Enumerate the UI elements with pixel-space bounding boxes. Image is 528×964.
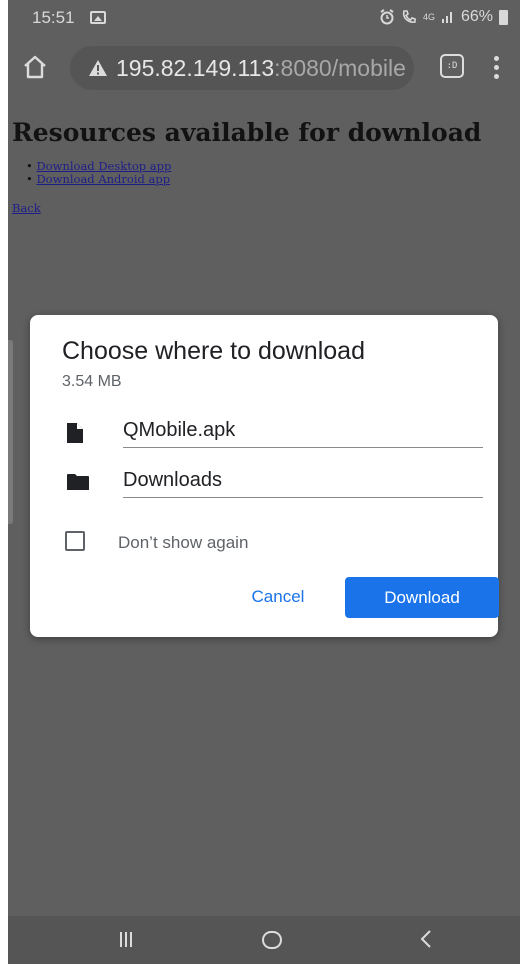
battery-percent: 66%	[460, 8, 493, 25]
edge-panel-handle[interactable]	[8, 340, 13, 524]
call-icon	[402, 10, 416, 23]
folder-icon	[67, 474, 89, 490]
location-field[interactable]: Downloads	[123, 469, 483, 498]
dont-show-again-checkbox[interactable]	[65, 531, 85, 551]
checkbox-label: Don’t show again	[118, 533, 249, 552]
download-desktop-link[interactable]: Download Desktop app	[36, 159, 171, 173]
alarm-icon	[380, 9, 394, 25]
url-text[interactable]: 195.82.149.113:8080/mobile	[116, 55, 406, 82]
system-nav-bar	[8, 916, 520, 964]
signal-icon	[441, 12, 452, 23]
cancel-button[interactable]: Cancel	[230, 577, 326, 617]
download-button[interactable]: Download	[345, 577, 499, 618]
download-android-link[interactable]: Download Android app	[36, 172, 170, 186]
file-size: 3.54 MB	[62, 373, 122, 390]
url-host: 195.82.149.113	[116, 55, 275, 81]
address-bar[interactable]: 195.82.149.113:8080/mobile	[70, 46, 414, 90]
home-icon[interactable]	[22, 54, 48, 80]
dialog-title: Choose where to download	[62, 337, 365, 365]
status-bar: 15:51 4G 66%	[8, 0, 520, 36]
recent-apps-icon[interactable]	[120, 932, 136, 948]
file-icon	[67, 423, 83, 443]
download-dialog: Choose where to download 3.54 MB QMobile…	[30, 315, 499, 637]
download-links-list: Download Desktop app Download Android ap…	[26, 160, 171, 186]
tab-switch-icon[interactable]: :D	[440, 54, 464, 78]
back-link[interactable]: Back	[12, 201, 41, 215]
home-button-icon[interactable]	[262, 931, 282, 949]
browser-toolbar: 195.82.149.113:8080/mobile :D	[8, 36, 520, 100]
warning-icon[interactable]	[88, 59, 108, 77]
url-path: :8080/mobile	[274, 55, 406, 81]
back-icon[interactable]	[418, 928, 434, 950]
battery-icon	[499, 9, 508, 25]
network-type: 4G	[422, 11, 435, 22]
list-item: Download Android app	[26, 173, 171, 186]
menu-icon[interactable]	[494, 56, 500, 79]
phone-screen: 15:51 4G 66% 195.82.149.113:8080/mobile …	[8, 0, 520, 964]
status-time: 15:51	[32, 8, 75, 27]
page-title: Resources available for download	[12, 118, 482, 147]
filename-field[interactable]: QMobile.apk	[123, 419, 483, 448]
gallery-icon	[90, 11, 106, 24]
status-icons: 4G 66%	[379, 8, 508, 26]
